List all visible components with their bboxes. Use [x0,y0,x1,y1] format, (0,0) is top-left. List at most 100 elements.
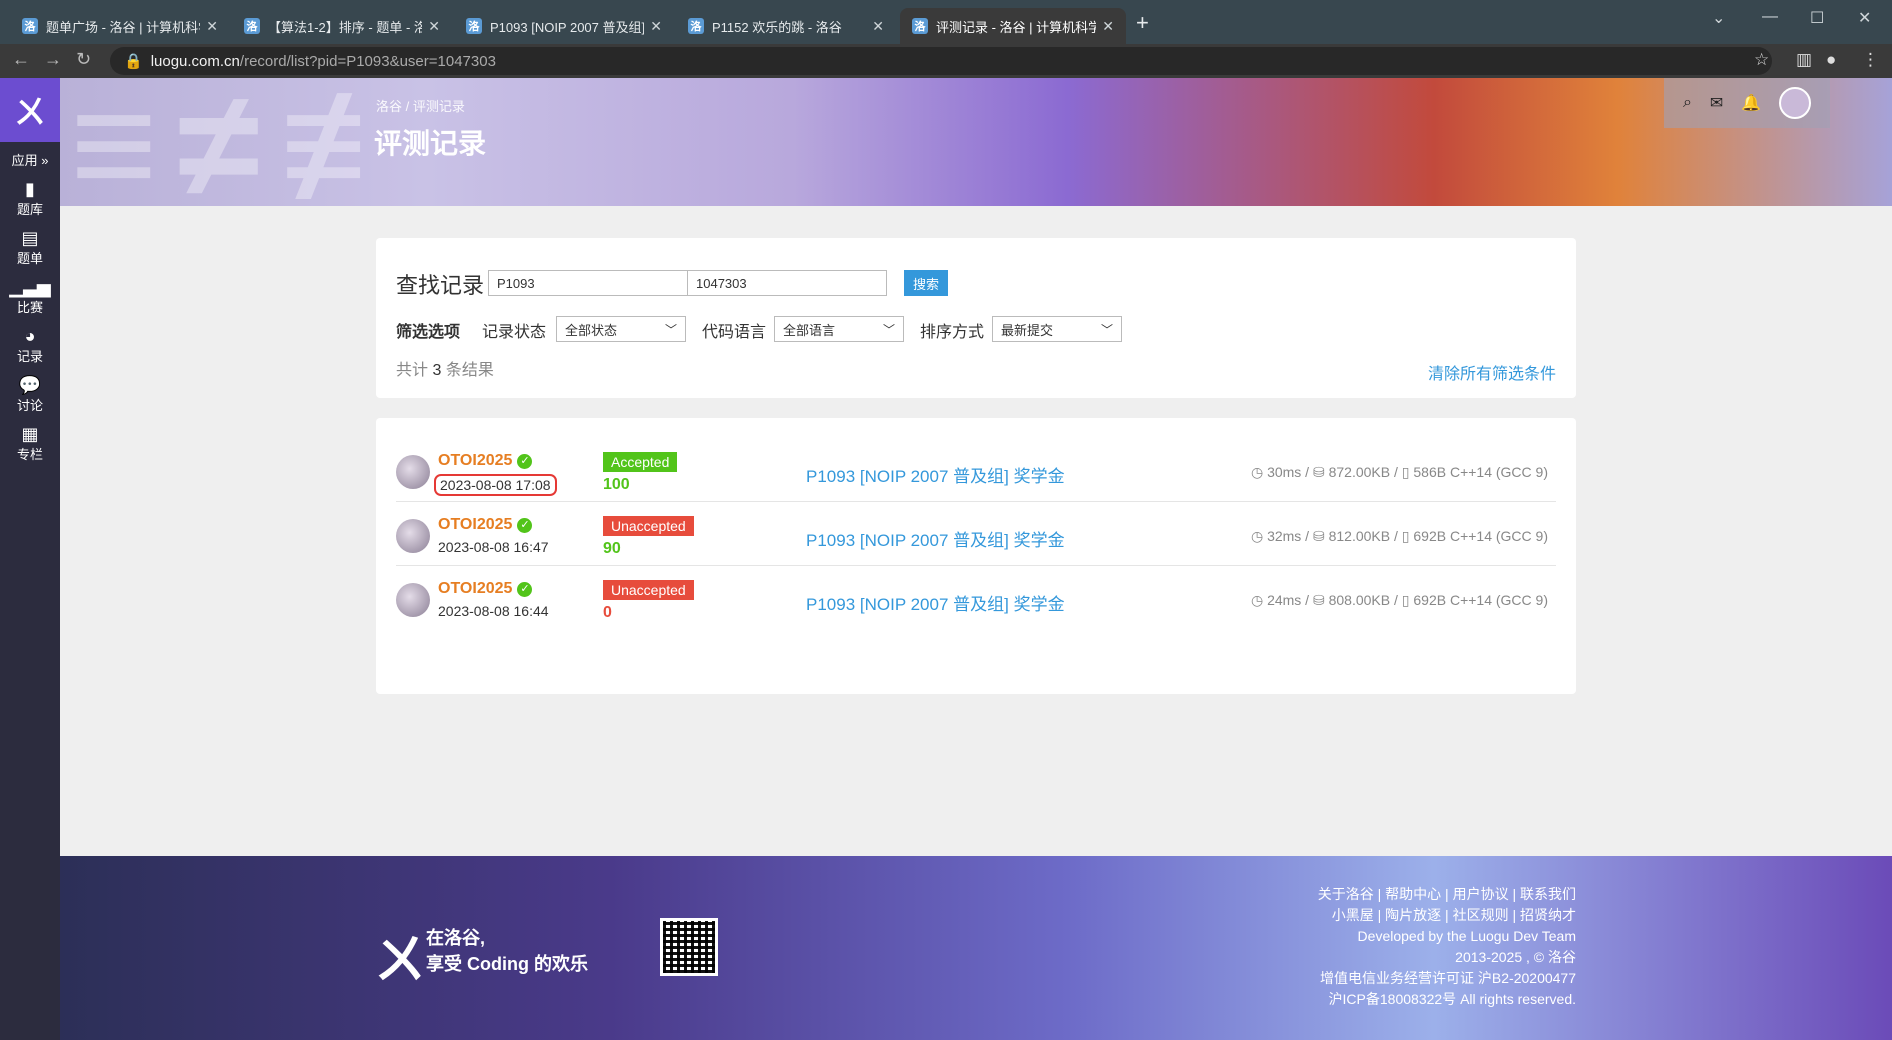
icp[interactable]: 沪ICP备18008322号 All rights reserved. [1318,989,1576,1010]
main-content: 查找记录 P1093 1047303 搜索 筛选选项 记录状态 全部状态 ﹀ 代… [60,206,1892,856]
window-close-icon[interactable]: ✕ [1858,8,1871,28]
search-icon[interactable]: ⌕ [1683,94,1692,112]
search-button[interactable]: 搜索 [904,270,948,296]
forward-icon[interactable]: → [44,49,62,70]
problem-link[interactable]: P1093 [NOIP 2007 普及组] 奖学金 [806,462,1065,487]
problem-link[interactable]: P1093 [NOIP 2007 普及组] 奖学金 [806,526,1065,551]
sidebar-item-problems[interactable]: ▮ 题库 [0,179,60,218]
database-icon: ⛁ [1312,528,1325,544]
username[interactable]: OTOI2025 [438,580,512,597]
username[interactable]: OTOI2025 [438,516,512,533]
count-suffix: 条结果 [445,362,494,379]
page-title: 评测记录 [374,128,487,159]
status-select-value: 全部状态 [565,322,618,338]
problem-id-input[interactable]: P1093 [488,270,688,296]
luogu-logo[interactable]: ㄨ [0,78,60,142]
problem-link[interactable]: P1093 [NOIP 2007 普及组] 奖学金 [806,590,1065,615]
footer-link-ostracism[interactable]: 陶片放逐 [1385,907,1441,923]
browser-tab-active[interactable]: 洛 评测记录 - 洛谷 | 计算机科学教育新生态 ✕ [900,8,1126,44]
language-label: 代码语言 [702,324,767,341]
side-panel-icon[interactable]: ▥ [1796,50,1812,70]
browser-tab-bar: 洛 题单广场 - 洛谷 | 计算机科学教育新生态 ✕ 洛 【算法1-2】排序 -… [0,0,1892,44]
footer-link-about[interactable]: 关于洛谷 [1318,886,1374,902]
sidebar-item-label: 讨论 [16,398,43,413]
filter-title: 查找记录 [396,273,485,298]
sidebar-item-discuss[interactable]: 💬 讨论 [0,375,60,414]
menu-icon[interactable]: ⋮ [1862,50,1879,70]
avatar[interactable] [1779,87,1812,119]
footer-link-agreement[interactable]: 用户协议 [1453,886,1509,902]
footer-link-contact[interactable]: 联系我们 [1520,886,1576,902]
order-select-value: 最新提交 [1001,322,1054,338]
footer-link-blacklist[interactable]: 小黑屋 [1332,907,1374,923]
bell-icon[interactable]: 🔔 [1741,93,1761,113]
footer-link-jobs[interactable]: 招贤纳才 [1520,907,1576,923]
browser-tab[interactable]: 洛 P1152 欢乐的跳 - 洛谷 ✕ [676,8,896,44]
avatar[interactable] [396,519,430,553]
sidebar-item-blog[interactable]: ▦ 专栏 [0,424,60,463]
database-icon: ⛁ [1312,592,1325,608]
new-tab-icon[interactable]: + [1136,10,1149,36]
breadcrumb[interactable]: 洛谷 / 评测记录 [376,96,465,115]
footer-link-rules[interactable]: 社区规则 [1453,907,1509,923]
profile-icon[interactable]: ● [1826,50,1836,70]
record-row[interactable]: OTOI2025 ✓ 2023-08-08 17:08 Accepted 100 … [396,438,1556,502]
sidebar-item-contests[interactable]: ▁▃▅ 比赛 [0,277,60,316]
sidebar-item-training[interactable]: ▤ 题单 [0,228,60,267]
tab-label: P1093 [NOIP 2007 普及组] 奖学金 [490,19,645,35]
bookmark-star-icon[interactable]: ☆ [1754,50,1769,70]
record-user[interactable]: OTOI2025 ✓ [438,580,533,598]
close-icon[interactable]: ✕ [872,18,884,35]
order-label: 排序方式 [920,324,985,341]
apps-menu[interactable]: 应用 » [0,150,60,169]
tab-search-icon[interactable]: ⌄ [1712,8,1725,28]
close-icon[interactable]: ✕ [650,18,662,35]
status-badge[interactable]: Unaccepted [603,580,694,600]
comments-icon: 💬 [18,375,42,395]
count-value: 3 [432,362,442,379]
record-user[interactable]: OTOI2025 ✓ [438,452,533,470]
avatar[interactable] [396,455,430,489]
status-badge[interactable]: Accepted [603,452,678,472]
footer-link-help[interactable]: 帮助中心 [1385,886,1441,902]
sidebar-item-label: 题单 [16,251,43,266]
browser-tab[interactable]: 洛 【算法1-2】排序 - 题单 - 洛谷 ✕ [232,8,452,44]
record-score: 100 [603,476,630,493]
reload-icon[interactable]: ↻ [76,49,91,70]
time-used: 24ms [1267,592,1302,608]
status-select[interactable]: 全部状态 ﹀ [556,316,686,342]
status-badge[interactable]: Unaccepted [603,516,694,536]
mail-icon[interactable]: ✉ [1710,93,1723,113]
language-select[interactable]: 全部语言 ﹀ [774,316,904,342]
back-icon[interactable]: ← [12,49,30,70]
record-user[interactable]: OTOI2025 ✓ [438,516,533,534]
username[interactable]: OTOI2025 [438,452,512,469]
clear-filters-link[interactable]: 清除所有筛选条件 [1428,360,1556,384]
copyright: 2013-2025 , © 洛谷 [1455,949,1576,965]
minimize-icon[interactable]: — [1762,8,1778,26]
record-score: 0 [603,604,612,621]
close-icon[interactable]: ✕ [428,18,440,35]
qr-code [660,918,718,976]
record-row[interactable]: OTOI2025 ✓ 2023-08-08 16:47 Unaccepted 90… [396,502,1556,566]
avatar[interactable] [396,583,430,617]
license[interactable]: 增值电信业务经营许可证 沪B2-20200477 [1318,968,1576,989]
record-row[interactable]: OTOI2025 ✓ 2023-08-08 16:44 Unaccepted 0 … [396,566,1556,630]
close-icon[interactable]: ✕ [1102,18,1114,35]
code-info: 692B C++14 (GCC 9) [1413,528,1548,544]
browser-tab[interactable]: 洛 题单广场 - 洛谷 | 计算机科学教育新生态 ✕ [10,8,230,44]
user-id-input[interactable]: 1047303 [687,270,887,296]
sidebar-item-label: 记录 [16,349,43,364]
sidebar-item-records[interactable]: ◕ 记录 [0,326,60,365]
clock-icon: ◷ [1250,592,1264,608]
record-meta: ◷ 24ms / ⛁ 808.00KB / ▯ 692B C++14 (GCC … [1250,592,1548,608]
address-bar[interactable]: 🔒 luogu.com.cn/record/list?pid=P1093&use… [110,47,1772,75]
close-icon[interactable]: ✕ [206,18,218,35]
maximize-icon[interactable]: ☐ [1810,8,1824,28]
footer-slogan: 享受 Coding 的欢乐 [426,954,588,974]
browser-tab[interactable]: 洛 P1093 [NOIP 2007 普及组] 奖学金 ✕ [454,8,674,44]
footer-links: 关于洛谷 | 帮助中心 | 用户协议 | 联系我们 小黑屋 | 陶片放逐 | 社… [1318,884,1576,1010]
apps-label: 应用 » [11,153,49,168]
result-count: 共计 3 条结果 [396,356,494,380]
order-select[interactable]: 最新提交 ﹀ [992,316,1122,342]
